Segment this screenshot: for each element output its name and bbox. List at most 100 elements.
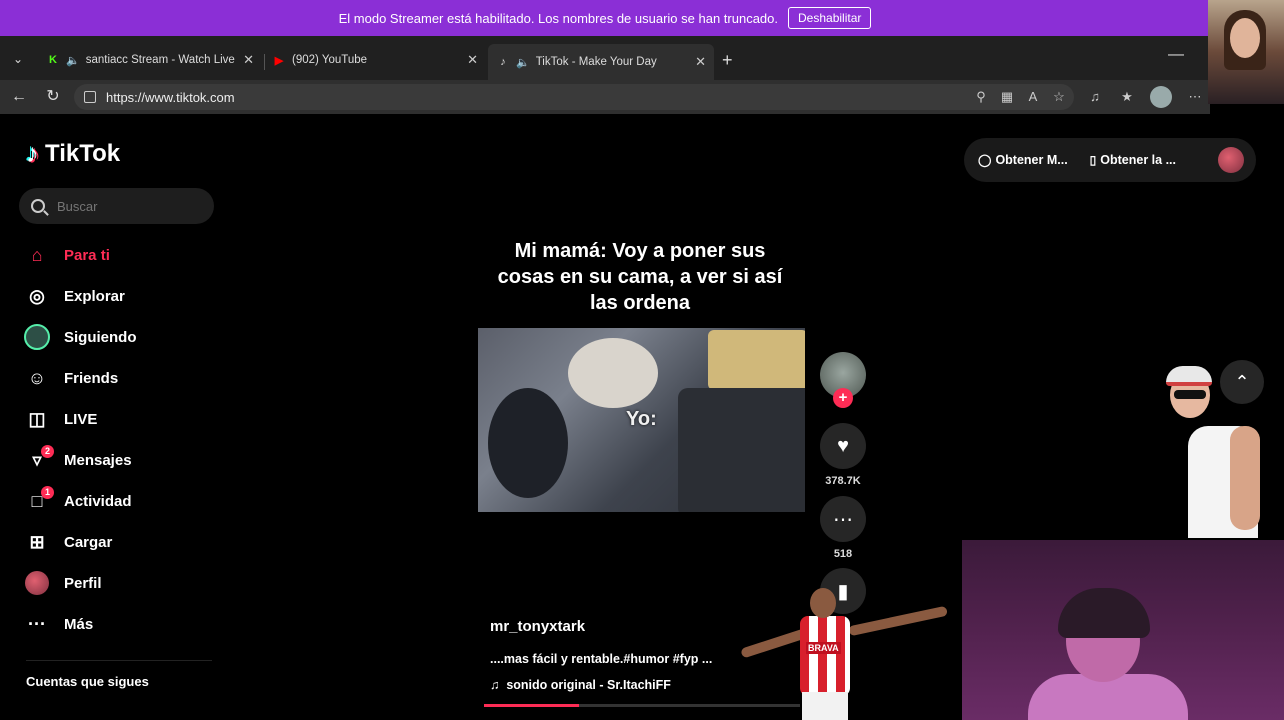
nav-para-ti[interactable]: ⌂ Para ti (24, 240, 110, 270)
close-tab-icon[interactable]: ✕ (243, 52, 254, 68)
get-coins-button[interactable]: Obtener M... (995, 153, 1067, 167)
live-tv-icon: ◫ (28, 408, 46, 429)
video-scene-cloth (568, 338, 658, 408)
top-actions: ◯ Obtener M... ▯ Obtener la ... (964, 138, 1256, 182)
nav-live[interactable]: ◫ LIVE (24, 404, 97, 434)
comment-icon: ⋯ (833, 508, 853, 531)
nav-label: Mensajes (64, 451, 132, 469)
tab-title: TikTok - Make Your Day (535, 56, 657, 68)
video-sound[interactable]: ♫ sonido original - Sr.ItachiFF (490, 678, 671, 692)
nav-label: Explorar (64, 287, 125, 305)
address-bar: ← ↻ https://www.tiktok.com ⚲ ▦ A ☆ ♫ ★ ⋯ (0, 80, 1210, 114)
following-accounts-title: Cuentas que sigues (26, 674, 149, 689)
video-progress-fill (484, 704, 579, 707)
music-note-icon: ♫ (490, 678, 507, 692)
sticker-glasses (1174, 390, 1206, 399)
logo-text: TikTok (45, 139, 121, 167)
coin-icon: ◯ (978, 153, 992, 167)
browser-profile-avatar[interactable] (1150, 86, 1172, 108)
apps-grid-icon[interactable]: ▦ (998, 88, 1016, 106)
phone-icon: ▯ (1089, 153, 1097, 167)
favorites-icon[interactable]: ★ (1118, 88, 1136, 106)
like-count: 378.7K (825, 475, 861, 487)
sticker-arm (1230, 426, 1260, 530)
nav-friends[interactable]: ☺ Friends (24, 363, 118, 393)
sticker-player-jersey (800, 616, 850, 696)
close-tab-icon[interactable]: ✕ (695, 54, 706, 70)
streamer-mode-banner: El modo Streamer está habilitado. Los no… (0, 0, 1210, 36)
friends-icon: ☺ (27, 367, 47, 388)
activity-badge: 1 (41, 486, 54, 499)
activity-icon: □ 1 (24, 486, 54, 514)
tab-youtube[interactable]: ▶ (902) YouTube ✕ (264, 46, 486, 74)
kick-favicon-icon: K (49, 54, 57, 66)
nav-siguiendo[interactable]: Siguiendo (24, 322, 137, 352)
screen: El modo Streamer está habilitado. Los no… (0, 0, 1284, 720)
nav-label: Friends (64, 369, 119, 387)
like-button[interactable]: ♥ (820, 423, 866, 469)
sidebar-divider (26, 660, 212, 661)
translate-icon[interactable]: A (1024, 88, 1042, 106)
video-scene-poster (708, 330, 805, 390)
comment-button[interactable]: ⋯ (820, 496, 866, 542)
nav-label: Siguiendo (64, 328, 137, 346)
webcam-streamer-hair (1058, 588, 1150, 638)
nav-explorar[interactable]: ◎ Explorar (24, 281, 125, 311)
video-caption: Mi mamá: Voy a poner sus cosas en su cam… (497, 240, 783, 314)
video-scene-monitor (678, 388, 805, 512)
tiktok-logo[interactable]: ♪ TikTok (26, 138, 120, 169)
nav-cargar[interactable]: ⊞ Cargar (24, 527, 112, 557)
tab-actions-chevron-icon[interactable]: ⌄ (6, 48, 30, 70)
sticker-player-arm-right (848, 605, 948, 637)
nav-perfil[interactable]: Perfil (24, 568, 102, 598)
sticker-cap (1166, 366, 1212, 386)
nav-mensajes[interactable]: ▿ 2 Mensajes (24, 445, 132, 475)
site-info-icon[interactable] (84, 91, 96, 103)
close-tab-icon[interactable]: ✕ (467, 52, 478, 68)
sticker-player-head (810, 588, 836, 618)
tab-title: santiacc Stream - Watch Live o (85, 54, 236, 66)
tiktok-note-icon: ♪ (26, 138, 39, 168)
back-arrow-icon[interactable]: ← (8, 86, 30, 108)
extensions-icon[interactable]: ♫ (1086, 88, 1104, 106)
comment-count: 518 (833, 548, 853, 560)
profile-avatar-icon (24, 570, 50, 596)
home-icon: ⌂ (31, 244, 43, 265)
heart-icon: ♥ (837, 434, 849, 457)
tiktok-favicon-icon: ♪ (500, 56, 506, 68)
send-icon: ▿ 2 (24, 445, 54, 473)
following-avatar-icon (24, 324, 50, 350)
favorite-star-icon[interactable]: ☆ (1050, 88, 1068, 106)
search-box[interactable] (19, 188, 214, 224)
disable-streamer-mode-button[interactable]: Deshabilitar (788, 7, 872, 29)
sticker-man-overlay (1166, 366, 1284, 538)
settings-more-icon[interactable]: ⋯ (1186, 88, 1204, 106)
search-icon (31, 199, 45, 213)
video-scene-shadow (488, 388, 568, 498)
nav-label: Perfil (64, 574, 102, 592)
nav-label: Cargar (64, 533, 113, 551)
user-avatar[interactable] (1218, 147, 1244, 173)
minimize-window-icon[interactable]: — (1168, 46, 1184, 64)
banner-message: El modo Streamer está habilitado. Los no… (338, 10, 778, 26)
key-icon[interactable]: ⚲ (972, 88, 990, 106)
sound-label: sonido original - Sr.ItachiFF (506, 678, 671, 692)
new-tab-plus-icon[interactable]: + (722, 50, 733, 71)
follow-plus-icon[interactable]: + (833, 388, 853, 408)
reload-icon[interactable]: ↻ (42, 86, 64, 108)
tab-kick-stream[interactable]: K 🔈 santiacc Stream - Watch Live o ✕ (38, 46, 262, 74)
sticker-football-player: BRAVA (736, 586, 952, 720)
speaker-icon[interactable]: 🔈 (66, 54, 80, 67)
search-input[interactable] (57, 198, 197, 214)
tab-bar: ⌄ K 🔈 santiacc Stream - Watch Live o ✕ ▶… (0, 36, 1210, 80)
url-field[interactable]: https://www.tiktok.com (74, 84, 1074, 110)
nav-mas[interactable]: ··· Más (24, 609, 93, 639)
nav-actividad[interactable]: □ 1 Actividad (24, 486, 132, 516)
video-overlay-text: Yo: (626, 408, 657, 430)
video-player[interactable]: Yo: (478, 328, 805, 512)
tab-tiktok[interactable]: ♪ 🔈 TikTok - Make Your Day ✕ (488, 44, 714, 80)
get-app-button[interactable]: Obtener la ... (1100, 153, 1176, 167)
speaker-icon[interactable]: 🔈 (516, 56, 530, 69)
video-author[interactable]: mr_tonyxtark (490, 618, 585, 635)
webcam-person-face (1230, 18, 1260, 58)
